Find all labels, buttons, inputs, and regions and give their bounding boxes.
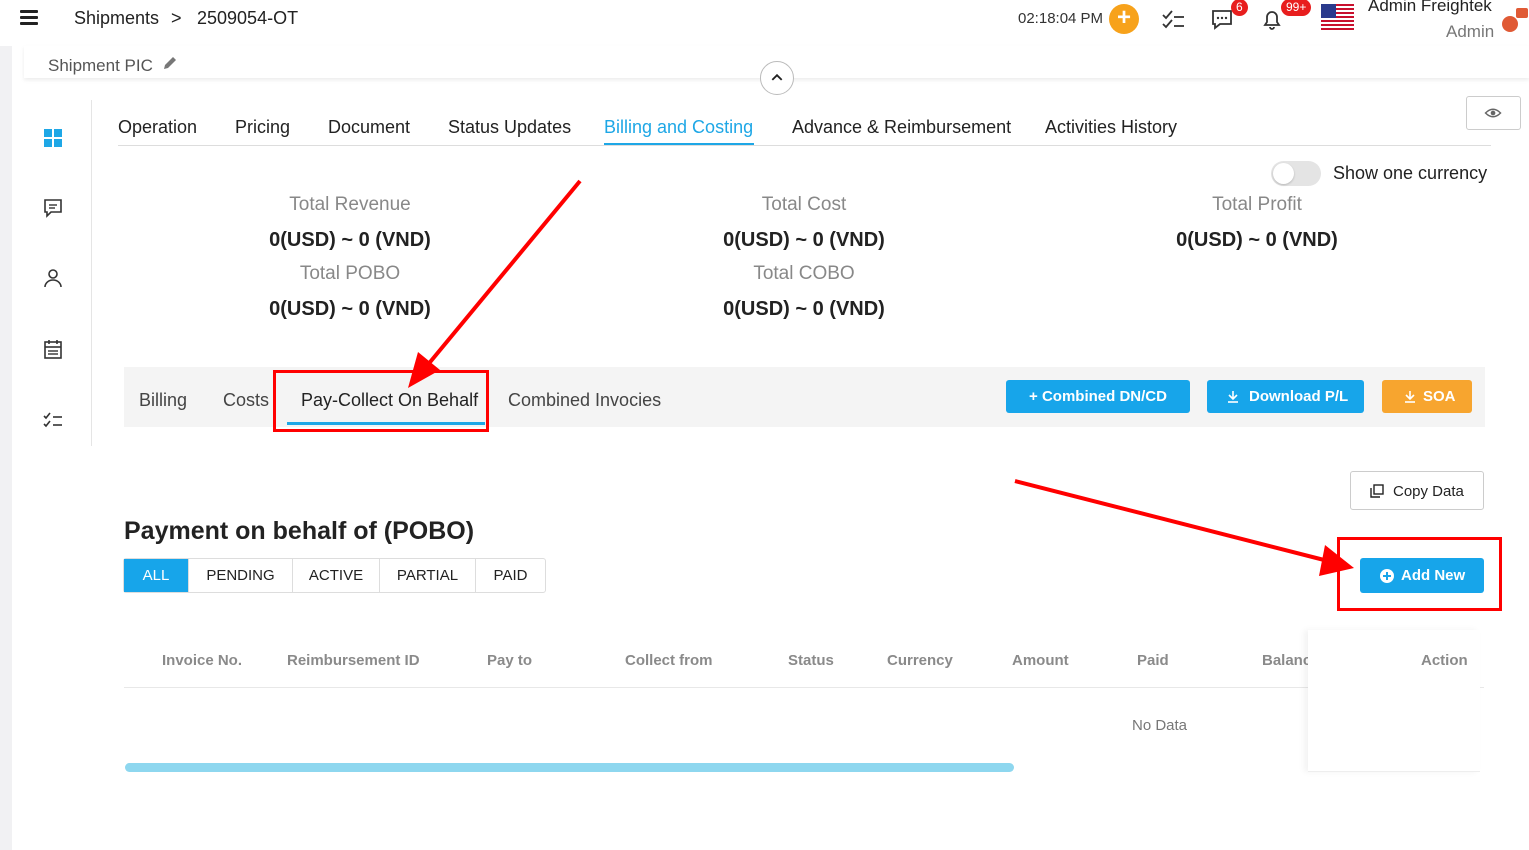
total-cobo-label: Total COBO <box>753 263 855 284</box>
top-bar: Shipments > 2509054-OT 02:18:04 PM + 6 9… <box>0 0 1529 46</box>
total-pobo-label: Total POBO <box>299 263 401 284</box>
column-pay-to[interactable]: Pay to <box>487 652 532 669</box>
highlight-box-subtab <box>273 370 489 432</box>
total-profit-label: Total Profit <box>1212 194 1302 215</box>
copy-data-button[interactable]: Copy Data <box>1350 471 1484 510</box>
filter-pending[interactable]: PENDING <box>189 559 293 592</box>
checklist-icon[interactable] <box>1160 6 1186 32</box>
table-header-divider <box>124 687 1484 688</box>
collapse-chevron-up-icon[interactable] <box>760 61 794 95</box>
show-one-currency-toggle[interactable] <box>1271 161 1321 186</box>
filter-all[interactable]: ALL <box>124 559 189 592</box>
column-paid[interactable]: Paid <box>1137 652 1169 669</box>
column-status[interactable]: Status <box>788 652 834 669</box>
filter-partial[interactable]: PARTIAL <box>380 559 476 592</box>
clock-time: 02:18:04 PM <box>1018 10 1104 27</box>
tab-document[interactable]: Document <box>328 117 410 138</box>
arrow-line-to-add-new <box>1014 479 1333 564</box>
copy-data-label: Copy Data <box>1393 483 1464 500</box>
company-logo-icon <box>1502 8 1528 32</box>
subtab-combined-invoices[interactable]: Combined Invocies <box>508 390 661 411</box>
quick-add-button[interactable]: + <box>1109 4 1139 34</box>
breadcrumb-shipment-id: 2509054-OT <box>197 8 299 28</box>
checklist-nav-icon[interactable] <box>42 408 64 430</box>
column-collect-from[interactable]: Collect from <box>625 652 713 669</box>
breadcrumb-shipments[interactable]: Shipments <box>74 8 159 29</box>
column-currency[interactable]: Currency <box>887 652 953 669</box>
total-cost-value: 0(USD) ~ 0 (VND) <box>723 229 885 251</box>
tab-activities-history[interactable]: Activities History <box>1045 117 1177 138</box>
action-column: Action <box>1308 630 1480 772</box>
tab-advance-reimbursement[interactable]: Advance & Reimbursement <box>792 117 1011 138</box>
tab-pricing[interactable]: Pricing <box>235 117 290 138</box>
total-cost-label: Total Cost <box>761 194 847 215</box>
user-role: Admin <box>1446 22 1495 41</box>
total-cobo-value: 0(USD) ~ 0 (VND) <box>723 298 885 320</box>
total-pobo-value: 0(USD) ~ 0 (VND) <box>269 298 431 320</box>
total-revenue-label: Total Revenue <box>289 194 411 215</box>
menu-icon[interactable] <box>20 10 38 26</box>
filter-active[interactable]: ACTIVE <box>293 559 380 592</box>
highlight-box-add-new <box>1337 537 1502 611</box>
copy-icon <box>1370 484 1384 498</box>
column-reimbursement-id[interactable]: Reimbursement ID <box>287 652 420 669</box>
notification-badge: 99+ <box>1281 0 1312 16</box>
no-data-text: No Data <box>1132 717 1188 734</box>
sidenav-divider <box>91 100 92 446</box>
subtab-billing[interactable]: Billing <box>139 390 187 411</box>
dashboard-grid-icon[interactable] <box>42 127 64 149</box>
download-icon <box>1228 391 1238 403</box>
column-balance[interactable]: Balanc <box>1262 652 1311 669</box>
active-tab-indicator <box>604 143 754 145</box>
column-action: Action <box>1421 652 1468 669</box>
horizontal-scrollbar[interactable] <box>125 763 1014 772</box>
user-name[interactable]: Admin Freightek <box>1368 0 1492 16</box>
breadcrumb-separator: > <box>171 8 182 28</box>
total-revenue-value: 0(USD) ~ 0 (VND) <box>269 229 431 251</box>
tab-status-updates[interactable]: Status Updates <box>448 117 571 138</box>
soa-label: SOA <box>1423 388 1456 405</box>
column-invoice-no[interactable]: Invoice No. <box>162 652 242 669</box>
combined-dn-cd-button[interactable]: + Combined DN/CD <box>1006 380 1190 413</box>
total-profit-value: 0(USD) ~ 0 (VND) <box>1176 229 1338 251</box>
tab-operation[interactable]: Operation <box>118 117 197 138</box>
download-pl-label: Download P/L <box>1249 388 1349 405</box>
filter-paid[interactable]: PAID <box>476 559 545 592</box>
page-left-edge <box>0 46 12 850</box>
calendar-icon[interactable] <box>42 338 64 360</box>
download-pl-button[interactable]: Download P/L <box>1207 380 1364 413</box>
eye-icon[interactable] <box>1466 96 1521 130</box>
soa-download-icon <box>1405 391 1415 403</box>
section-title: Payment on behalf of (POBO) <box>124 517 475 545</box>
show-one-currency-label: Show one currency <box>1333 163 1488 183</box>
main-tabs: Operation Pricing Document Status Update… <box>118 112 1491 146</box>
column-amount[interactable]: Amount <box>1012 652 1069 669</box>
status-filters: ALL PENDING ACTIVE PARTIAL PAID <box>123 558 546 593</box>
subtab-costs[interactable]: Costs <box>223 390 269 411</box>
soa-button[interactable]: SOA <box>1382 380 1472 413</box>
user-icon[interactable] <box>42 267 64 289</box>
chat-badge: 6 <box>1231 0 1248 16</box>
message-icon[interactable] <box>42 197 64 219</box>
shipment-pic-label: Shipment PIC <box>48 56 153 75</box>
tab-billing-and-costing[interactable]: Billing and Costing <box>604 117 753 138</box>
pencil-icon[interactable] <box>162 55 178 71</box>
us-flag-icon[interactable] <box>1321 4 1354 30</box>
